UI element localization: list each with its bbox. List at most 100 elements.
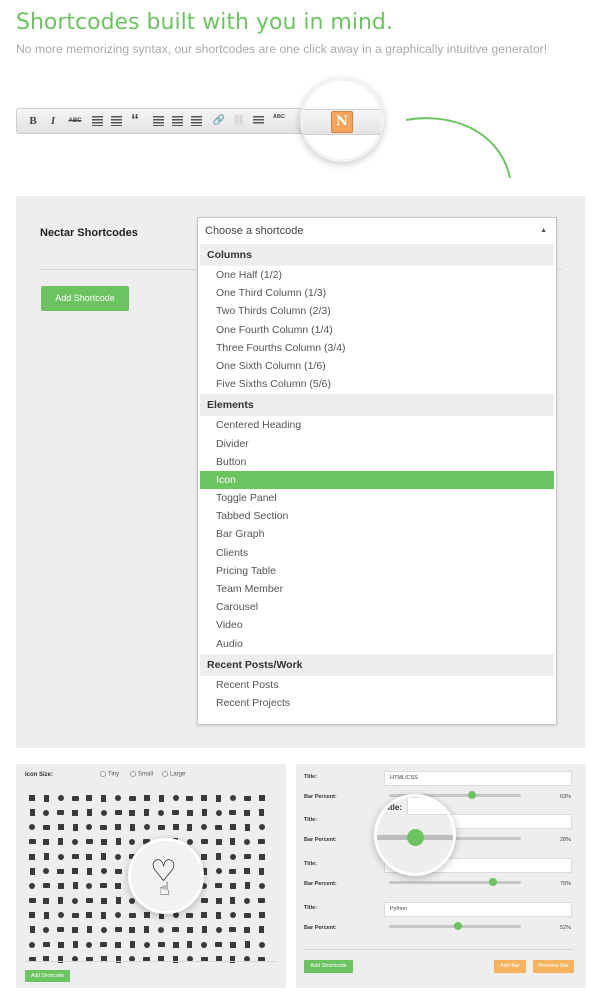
option-item[interactable]: Divider xyxy=(200,435,554,453)
unlink-icon[interactable]: ⛓ xyxy=(231,113,247,129)
icon-option[interactable] xyxy=(255,820,269,834)
option-item[interactable]: Carousel xyxy=(200,598,554,616)
icon-option[interactable] xyxy=(255,806,269,820)
add-bar-button[interactable]: Add Bar xyxy=(494,960,526,973)
icon-option[interactable] xyxy=(39,806,53,820)
icon-option[interactable] xyxy=(68,850,82,864)
icon-option[interactable] xyxy=(25,879,39,893)
icon-option[interactable] xyxy=(226,806,240,820)
icon-option[interactable] xyxy=(255,864,269,878)
slider-handle[interactable] xyxy=(453,922,462,930)
icon-option[interactable] xyxy=(54,864,68,878)
icon-option[interactable] xyxy=(125,820,139,834)
icon-option[interactable] xyxy=(183,952,197,966)
option-item[interactable]: Clients xyxy=(200,544,554,562)
icon-option[interactable] xyxy=(68,894,82,908)
icon-option[interactable] xyxy=(240,835,254,849)
option-item[interactable]: Recent Projects xyxy=(200,694,554,712)
icon-option[interactable] xyxy=(125,791,139,805)
icon-option[interactable] xyxy=(82,894,96,908)
icon-option[interactable] xyxy=(197,820,211,834)
slider-handle[interactable] xyxy=(468,791,477,799)
icon-option[interactable] xyxy=(97,908,111,922)
icon-option[interactable] xyxy=(97,835,111,849)
icon-option[interactable] xyxy=(240,908,254,922)
icon-option[interactable] xyxy=(82,923,96,937)
icon-option[interactable] xyxy=(140,952,154,966)
icon-option[interactable] xyxy=(97,879,111,893)
icon-option[interactable] xyxy=(111,938,125,952)
chevron-up-icon[interactable]: ▲ xyxy=(540,218,547,244)
add-shortcode-button[interactable]: Add Shortcode xyxy=(304,960,353,973)
icon-option[interactable] xyxy=(226,938,240,952)
icon-option[interactable] xyxy=(97,820,111,834)
icon-option[interactable] xyxy=(111,791,125,805)
icon-option[interactable] xyxy=(68,864,82,878)
icon-option[interactable] xyxy=(154,923,168,937)
icon-option[interactable] xyxy=(68,806,82,820)
option-item[interactable]: One Fourth Column (1/4) xyxy=(200,321,554,339)
icon-option[interactable] xyxy=(212,835,226,849)
icon-option[interactable] xyxy=(68,835,82,849)
icon-option[interactable] xyxy=(226,864,240,878)
option-item[interactable]: Video xyxy=(200,616,554,634)
icon-option[interactable] xyxy=(97,791,111,805)
icon-option[interactable] xyxy=(240,938,254,952)
bar-title-input[interactable]: Python xyxy=(384,902,572,917)
blockquote-icon[interactable]: “ xyxy=(127,113,143,129)
add-shortcode-button[interactable]: Add Shortcode xyxy=(41,286,129,311)
icon-option[interactable] xyxy=(255,791,269,805)
icon-option[interactable] xyxy=(183,938,197,952)
bullet-list-icon[interactable] xyxy=(92,116,103,126)
icon-option[interactable] xyxy=(82,806,96,820)
option-item[interactable]: Two Thirds Column (2/3) xyxy=(200,302,554,320)
slider-handle[interactable] xyxy=(489,878,498,886)
icon-option[interactable] xyxy=(212,864,226,878)
icon-option[interactable] xyxy=(25,908,39,922)
italic-icon[interactable]: I xyxy=(45,113,61,129)
icon-option[interactable] xyxy=(226,835,240,849)
icon-option[interactable] xyxy=(183,806,197,820)
icon-option[interactable] xyxy=(68,938,82,952)
icon-option[interactable] xyxy=(39,908,53,922)
icon-option[interactable] xyxy=(68,879,82,893)
icon-option[interactable] xyxy=(255,908,269,922)
icon-option[interactable] xyxy=(82,820,96,834)
bar-percent-slider[interactable] xyxy=(389,922,521,930)
size-radio-large[interactable]: Large xyxy=(162,771,185,778)
radio-icon[interactable] xyxy=(100,771,106,777)
icon-option[interactable] xyxy=(140,923,154,937)
icon-option[interactable] xyxy=(54,923,68,937)
icon-option[interactable] xyxy=(197,806,211,820)
icon-option[interactable] xyxy=(226,879,240,893)
add-shortcode-button[interactable]: Add Shortcode xyxy=(25,970,70,982)
icon-option[interactable] xyxy=(240,850,254,864)
icon-option[interactable] xyxy=(39,835,53,849)
icon-option[interactable] xyxy=(255,952,269,966)
icon-option[interactable] xyxy=(25,791,39,805)
icon-option[interactable] xyxy=(125,908,139,922)
icon-option[interactable] xyxy=(54,952,68,966)
icon-option[interactable] xyxy=(54,820,68,834)
option-item[interactable]: Three Fourths Column (3/4) xyxy=(200,339,554,357)
icon-option[interactable] xyxy=(97,864,111,878)
icon-option[interactable] xyxy=(125,923,139,937)
icon-option[interactable] xyxy=(68,923,82,937)
icon-option[interactable] xyxy=(125,806,139,820)
icon-option[interactable] xyxy=(169,923,183,937)
icon-option[interactable] xyxy=(212,938,226,952)
icon-option[interactable] xyxy=(226,791,240,805)
icon-option[interactable] xyxy=(240,894,254,908)
icon-option[interactable] xyxy=(125,835,139,849)
icon-option[interactable] xyxy=(97,938,111,952)
icon-option[interactable] xyxy=(68,820,82,834)
icon-option[interactable] xyxy=(25,806,39,820)
icon-option[interactable] xyxy=(154,791,168,805)
option-item[interactable]: One Sixth Column (1/6) xyxy=(200,357,554,375)
icon-option[interactable] xyxy=(140,806,154,820)
align-center-icon[interactable] xyxy=(172,116,183,126)
icon-option[interactable] xyxy=(54,850,68,864)
icon-option[interactable] xyxy=(226,820,240,834)
icon-option[interactable] xyxy=(111,952,125,966)
icon-option[interactable] xyxy=(68,908,82,922)
